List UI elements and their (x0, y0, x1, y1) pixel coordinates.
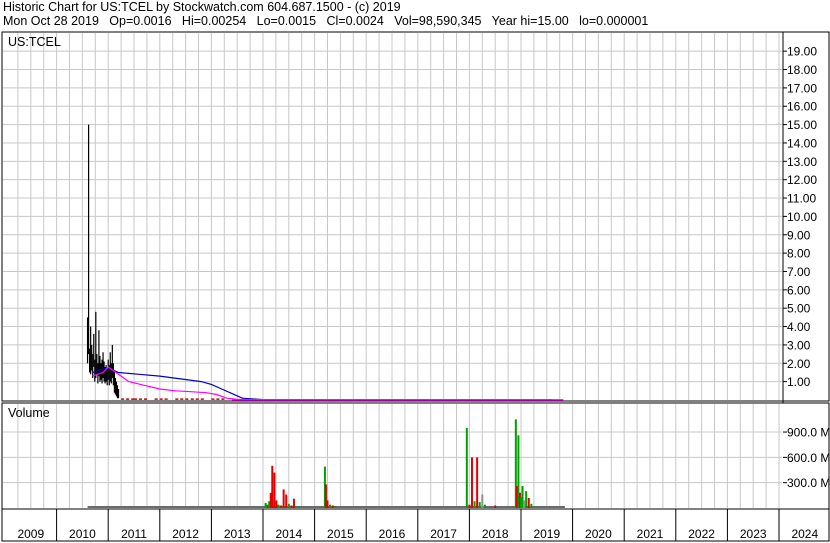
y-tick-label: 13.00 (787, 155, 817, 169)
y-tick-label: 19.00 (787, 45, 817, 59)
x-tick-label: 2019 (533, 527, 560, 541)
price-panel-label: US:TCEL (8, 35, 61, 49)
y-tick-label: 15.00 (787, 118, 817, 132)
y-tick-label: 17.00 (787, 81, 817, 95)
x-axis: 2009 2010 2011 2012 2013 2014 2015 2016 2017 2018… (1, 508, 830, 542)
y-tick-label: 2.00 (787, 357, 811, 371)
x-tick-label: 2022 (688, 527, 715, 541)
x-tick-label: 2016 (379, 527, 406, 541)
y-tick-label: 9.00 (787, 228, 811, 242)
x-tick-label: 2012 (172, 527, 199, 541)
y-tick-label: 10.00 (787, 210, 817, 224)
x-tick-label: 2023 (740, 527, 767, 541)
y-tick-label: 16.00 (787, 100, 817, 114)
volume-panel-label: Volume (8, 406, 50, 420)
x-tick-label: 2015 (327, 527, 354, 541)
x-tick-label: 2010 (69, 527, 96, 541)
y-tick-label: 12.00 (787, 173, 817, 187)
y-tick-label: 7.00 (787, 265, 811, 279)
x-tick-label: 2020 (585, 527, 612, 541)
y-tick-label: 11.00 (787, 192, 816, 206)
y-tick-label: 1.00 (787, 375, 811, 389)
quote-summary: Mon Oct 28 2019 Op=0.0016 Hi=0.00254 Lo=… (3, 14, 649, 28)
x-tick-label: 2011 (121, 527, 147, 541)
stock-chart: 1.00 2.00 3.00 4.00 5.00 6.00 7.00 8.00 9.00 10.0… (1, 31, 830, 542)
x-tick-label: 2013 (224, 527, 251, 541)
y-tick-label: 8.00 (787, 247, 811, 261)
volume-y-tick-label: 300.0 M (787, 476, 830, 490)
chart-title: Historic Chart for US:TCEL by Stockwatch… (3, 0, 401, 14)
y-tick-label: 6.00 (787, 283, 811, 297)
y-tick-label: 3.00 (787, 338, 811, 352)
x-tick-label: 2017 (430, 527, 457, 541)
x-tick-label: 2021 (637, 527, 664, 541)
y-tick-label: 18.00 (787, 63, 817, 77)
x-tick-label: 2014 (275, 527, 302, 541)
x-tick-label: 2009 (17, 527, 44, 541)
volume-y-tick-label: 900.0 M (787, 426, 830, 440)
x-tick-label: 2024 (791, 527, 818, 541)
volume-y-tick-label: 600.0 M (787, 451, 830, 465)
y-tick-label: 4.00 (787, 320, 811, 334)
x-tick-label: 2018 (482, 527, 509, 541)
volume-panel: 300.0 M 600.0 M 900.0 M Volume (1, 402, 830, 510)
volume-frame (1, 402, 830, 510)
y-tick-label: 14.00 (787, 136, 817, 150)
y-tick-label: 5.00 (787, 302, 811, 316)
